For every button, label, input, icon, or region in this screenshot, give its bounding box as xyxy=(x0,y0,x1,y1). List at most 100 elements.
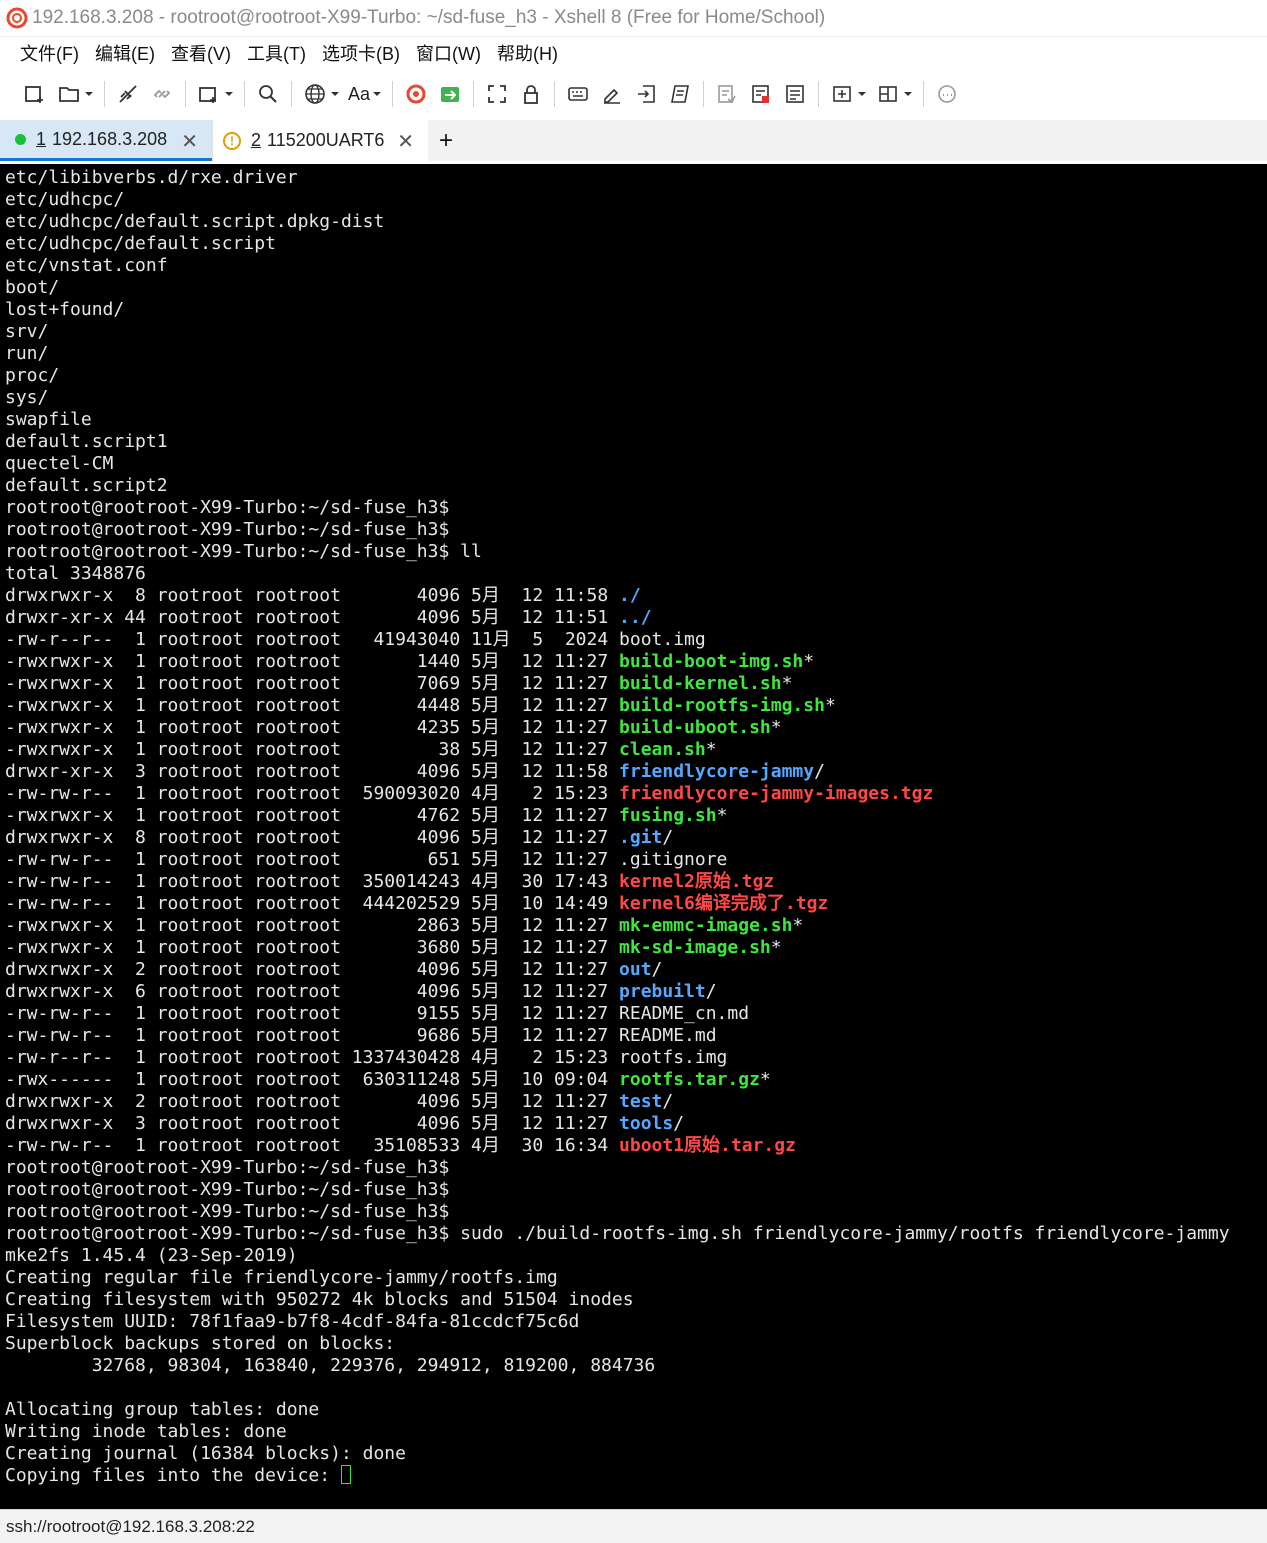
terminal-line: default.script2 xyxy=(5,475,1267,497)
reconnect-icon[interactable] xyxy=(149,81,175,107)
toolbar-divider xyxy=(104,81,105,107)
toolbar-divider xyxy=(554,81,556,107)
chevron-down-icon[interactable] xyxy=(372,81,382,107)
terminal-text-segment: Copying files into the device: xyxy=(5,1465,341,1486)
terminal-line: Copying files into the device: xyxy=(5,1465,1267,1487)
terminal-text-segment: * xyxy=(770,937,782,958)
tab-session-2[interactable]: ! 2 115200UART6 ✕ xyxy=(212,120,428,161)
terminal-line: sys/ xyxy=(5,387,1267,409)
title-bar: 192.168.3.208 - rootroot@rootroot-X99-Tu… xyxy=(0,0,1267,36)
close-icon[interactable]: ✕ xyxy=(181,129,198,154)
terminal-text-segment: rootroot@rootroot-X99-Turbo:~/sd-fuse_h3… xyxy=(5,1179,450,1200)
terminal-cursor xyxy=(340,1465,351,1484)
chevron-down-icon[interactable] xyxy=(330,81,340,107)
xftp-icon[interactable] xyxy=(437,81,463,107)
terminal-text-segment: -rw-rw-r-- 1 rootroot rootroot 9155 5月 1… xyxy=(5,1003,750,1024)
terminal-output[interactable]: etc/libibverbs.d/rxe.driver etc/udhcpc/et… xyxy=(0,164,1267,1509)
chevron-down-icon[interactable] xyxy=(224,81,234,107)
menu-view[interactable]: 查看(V) xyxy=(163,39,239,69)
tab-number: 2 xyxy=(251,130,262,150)
add-pane-icon[interactable] xyxy=(829,81,855,107)
highlight-icon[interactable] xyxy=(599,81,625,107)
terminal-text-segment: default.script2 xyxy=(5,475,168,496)
terminal-line: default.script1 xyxy=(5,431,1267,453)
terminal-text-segment: Creating filesystem with 950272 4k block… xyxy=(5,1289,634,1310)
lock-icon[interactable] xyxy=(518,81,544,107)
file-name: test xyxy=(619,1091,663,1112)
file-name: build-boot-img.sh xyxy=(619,651,804,672)
terminal-text-segment: -rw-r--r-- 1 rootroot rootroot 133743042… xyxy=(5,1047,728,1068)
terminal-text-segment: -rw-rw-r-- 1 rootroot rootroot 444202529… xyxy=(5,893,620,914)
terminal-line: rootroot@rootroot-X99-Turbo:~/sd-fuse_h3… xyxy=(5,541,1267,563)
tab-session-1[interactable]: 1 192.168.3.208 ✕ xyxy=(0,120,212,161)
terminal-line: Allocating group tables: done xyxy=(5,1399,1267,1421)
menu-edit[interactable]: 编辑(E) xyxy=(87,39,163,69)
keyboard-icon[interactable] xyxy=(565,81,591,107)
terminal-text-segment: etc/udhcpc/default.script xyxy=(5,233,276,254)
open-folder-icon[interactable] xyxy=(56,81,82,107)
terminal-text-segment: drwxrwxr-x 6 rootroot rootroot 4096 5月 1… xyxy=(5,981,620,1002)
xshell-logo-icon[interactable] xyxy=(403,81,429,107)
new-window-icon[interactable] xyxy=(196,81,222,107)
terminal-line: -rw-r--r-- 1 rootroot rootroot 133743042… xyxy=(5,1047,1267,1069)
menu-file[interactable]: 文件(F) xyxy=(12,39,87,69)
file-name: friendlycore-jammy-images.tgz xyxy=(619,783,934,804)
chevron-down-icon[interactable] xyxy=(903,81,913,107)
terminal-line: rootroot@rootroot-X99-Turbo:~/sd-fuse_h3… xyxy=(5,497,1267,519)
compose-icon[interactable] xyxy=(748,81,774,107)
font-icon[interactable]: Aa xyxy=(348,84,370,105)
terminal-text-segment: / xyxy=(673,1113,685,1134)
terminal-text-segment: drwxr-xr-x 3 rootroot rootroot 4096 5月 1… xyxy=(5,761,620,782)
disconnect-icon[interactable] xyxy=(115,81,141,107)
terminal-text-segment: default.script1 xyxy=(5,431,168,452)
chevron-down-icon[interactable] xyxy=(84,81,94,107)
chat-icon[interactable] xyxy=(934,81,960,107)
terminal-line: quectel-CM xyxy=(5,453,1267,475)
file-name: uboot1原始.tar.gz xyxy=(619,1135,796,1156)
terminal-line: -rw-rw-r-- 1 rootroot rootroot 590093020… xyxy=(5,783,1267,805)
terminal-text-segment: -rw-r--r-- 1 rootroot rootroot 41943040 … xyxy=(5,629,706,650)
terminal-line: rootroot@rootroot-X99-Turbo:~/sd-fuse_h3… xyxy=(5,1179,1267,1201)
terminal-text-segment: swapfile xyxy=(5,409,92,430)
terminal-line: -rwxrwxr-x 1 rootroot rootroot 4762 5月 1… xyxy=(5,805,1267,827)
terminal-text-segment: * xyxy=(716,805,728,826)
layout-icon[interactable] xyxy=(875,81,901,107)
globe-icon[interactable] xyxy=(302,81,328,107)
terminal-text-segment: -rw-rw-r-- 1 rootroot rootroot 350014243… xyxy=(5,871,620,892)
file-name: build-kernel.sh xyxy=(619,673,782,694)
terminal-line: -rwxrwxr-x 1 rootroot rootroot 4235 5月 1… xyxy=(5,717,1267,739)
menu-tab[interactable]: 选项卡(B) xyxy=(314,39,408,69)
new-session-icon[interactable] xyxy=(22,81,48,107)
terminal-text-segment: -rwx------ 1 rootroot rootroot 630311248… xyxy=(5,1069,620,1090)
chevron-down-icon[interactable] xyxy=(857,81,867,107)
toolbar-divider xyxy=(703,81,705,107)
toolbar-divider xyxy=(473,81,475,107)
toolbar-divider xyxy=(185,81,186,107)
search-icon[interactable] xyxy=(255,81,281,107)
menu-window[interactable]: 窗口(W) xyxy=(408,39,489,69)
terminal-text-segment: -rw-rw-r-- 1 rootroot rootroot 35108533 … xyxy=(5,1135,620,1156)
menu-tools[interactable]: 工具(T) xyxy=(239,39,314,69)
fullscreen-icon[interactable] xyxy=(484,81,510,107)
terminal-text-segment: srv/ xyxy=(5,321,49,342)
terminal-text-segment: drwxrwxr-x 2 rootroot rootroot 4096 5月 1… xyxy=(5,959,620,980)
script-icon[interactable] xyxy=(667,81,693,107)
tab-label: 192.168.3.208 xyxy=(52,128,168,149)
terminal-line: srv/ xyxy=(5,321,1267,343)
terminal-line: etc/udhcpc/ xyxy=(5,189,1267,211)
terminal-line: etc/udhcpc/default.script xyxy=(5,233,1267,255)
close-icon[interactable]: ✕ xyxy=(397,129,414,154)
new-tab-button[interactable]: + xyxy=(428,120,464,161)
menu-help[interactable]: 帮助(H) xyxy=(489,39,566,69)
notes-icon[interactable] xyxy=(782,81,808,107)
terminal-text-segment: / xyxy=(814,761,825,782)
log-icon[interactable] xyxy=(714,81,740,107)
terminal-text-segment: Allocating group tables: done xyxy=(5,1399,320,1420)
send-icon[interactable] xyxy=(633,81,659,107)
file-name: build-rootfs-img.sh xyxy=(619,695,825,716)
connected-status-icon xyxy=(15,133,26,145)
terminal-text-segment: -rwxrwxr-x 1 rootroot rootroot 7069 5月 1… xyxy=(5,673,620,694)
file-name: fusing.sh xyxy=(619,805,717,826)
terminal-line: -rw-rw-r-- 1 rootroot rootroot 350014243… xyxy=(5,871,1267,893)
terminal-line: drwxr-xr-x 3 rootroot rootroot 4096 5月 1… xyxy=(5,761,1267,783)
